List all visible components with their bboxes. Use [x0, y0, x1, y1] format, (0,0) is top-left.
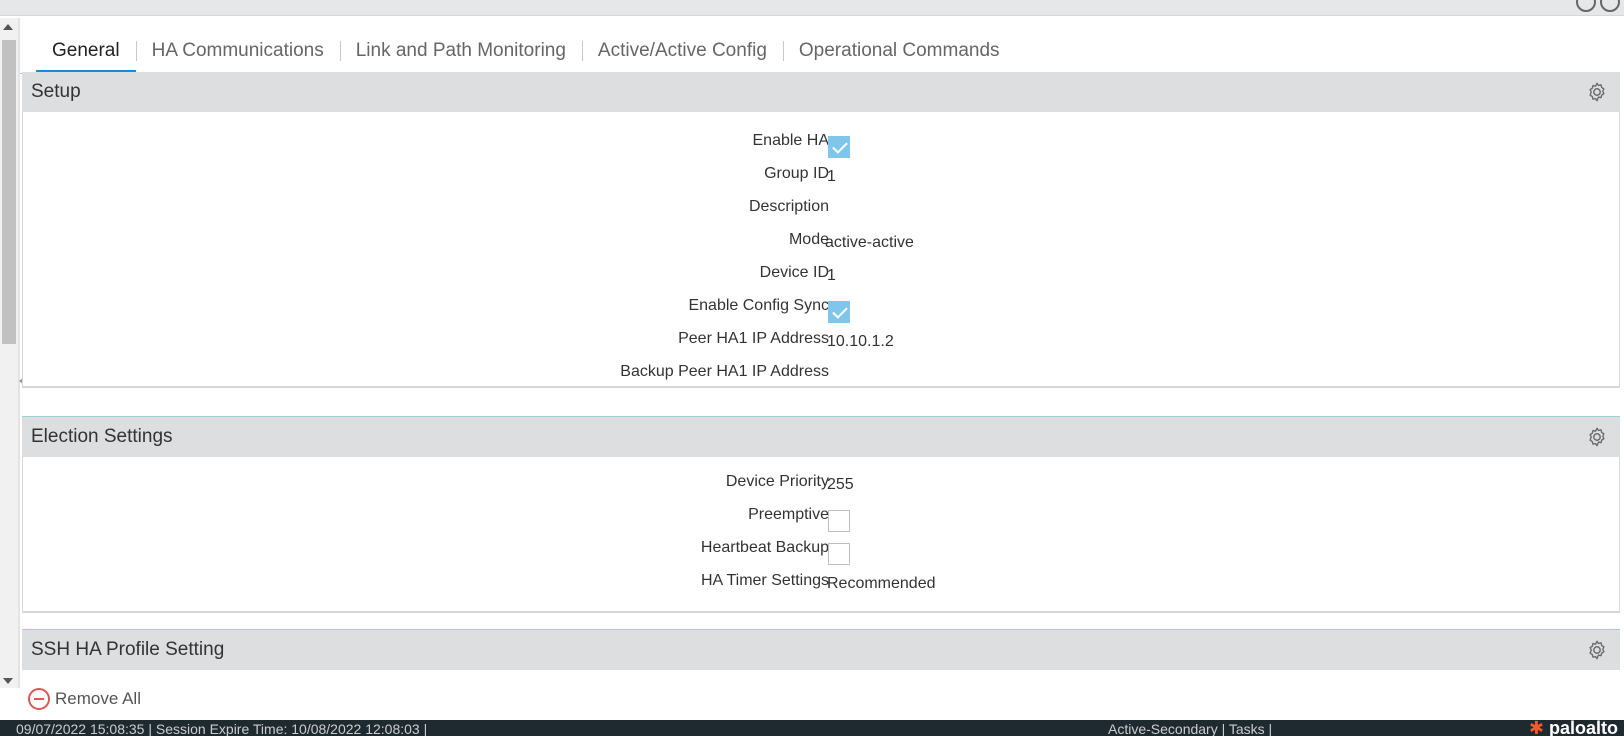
ssh-header: SSH HA Profile Setting [22, 630, 1620, 670]
group-id-value: 1 [827, 168, 836, 185]
election-title: Election Settings [31, 426, 173, 447]
setup-body: Enable HA Group ID 1 Description Mode ac… [22, 112, 1620, 388]
field-label: Enable Config Sync [688, 297, 829, 314]
field-label: Preemptive [748, 506, 829, 523]
tab-bar: General HA Communications Link and Path … [36, 28, 1016, 74]
ha-timer-settings-value: Recommended [827, 575, 936, 592]
election-row-preemptive: Preemptive [23, 500, 1619, 533]
peer-ha1-ip-value: 10.10.1.2 [827, 333, 894, 350]
status-right-text[interactable]: Active-Secondary | Tasks | [1108, 721, 1272, 736]
status-bar: 09/07/2022 15:08:35 | Session Expire Tim… [0, 720, 1624, 736]
remove-all-button[interactable]: Remove All [28, 688, 141, 710]
gear-icon[interactable] [1586, 639, 1608, 661]
field-label: Mode [788, 231, 829, 248]
enable-config-sync-checkbox[interactable] [828, 301, 850, 323]
setup-section: Setup Enable HA Group ID 1 Description M… [22, 72, 1620, 388]
scroll-down-arrow-icon[interactable] [3, 678, 13, 684]
tab-link-and-path-monitoring[interactable]: Link and Path Monitoring [339, 29, 582, 73]
top-bar [0, 0, 1624, 16]
tab-operational-commands[interactable]: Operational Commands [782, 29, 1016, 73]
gear-icon[interactable] [1586, 426, 1608, 448]
setup-row-backup-peer-ha1-ip: Backup Peer HA1 IP Address [23, 357, 1619, 390]
device-priority-value: 255 [827, 476, 854, 493]
panel-divider [18, 18, 20, 688]
brand-logo: ✱ paloalto [1528, 720, 1618, 736]
field-label: Backup Peer HA1 IP Address [620, 363, 829, 380]
field-label: Peer HA1 IP Address [678, 330, 829, 347]
field-label: Heartbeat Backup [700, 539, 829, 556]
setup-row-group-id: Group ID 1 [23, 159, 1619, 192]
gear-icon[interactable] [1586, 81, 1608, 103]
refresh-icon[interactable] [1576, 0, 1596, 12]
election-header: Election Settings [22, 417, 1620, 457]
logo-text: paloalto [1548, 720, 1618, 736]
setup-row-peer-ha1-ip: Peer HA1 IP Address 10.10.1.2 [23, 324, 1619, 357]
setup-header: Setup [22, 72, 1620, 112]
setup-row-description: Description [23, 192, 1619, 225]
scroll-up-arrow-icon[interactable] [3, 24, 13, 30]
preemptive-checkbox[interactable] [828, 510, 850, 532]
field-label: Enable HA [752, 132, 830, 149]
setup-row-enable-config-sync: Enable Config Sync [23, 291, 1619, 324]
enable-ha-checkbox[interactable] [828, 136, 850, 158]
device-id-value: 1 [827, 267, 836, 284]
ssh-section: SSH HA Profile Setting [22, 630, 1620, 670]
setup-row-enable-ha: Enable HA [23, 126, 1619, 159]
field-label: Group ID [764, 165, 829, 182]
setup-row-device-id: Device ID 1 [23, 258, 1619, 291]
field-label: HA Timer Settings [700, 572, 829, 589]
election-body: Device Priority 255 Preemptive Heartbeat… [22, 457, 1620, 613]
tab-ha-communications[interactable]: HA Communications [135, 29, 340, 73]
mode-value: active-active [825, 234, 914, 251]
tab-active-active-config[interactable]: Active/Active Config [581, 29, 783, 73]
election-section: Election Settings Device Priority 255 Pr… [22, 417, 1620, 613]
setup-title: Setup [31, 81, 81, 102]
remove-all-label: Remove All [55, 689, 141, 708]
scrollbar-thumb[interactable] [2, 40, 16, 344]
election-row-device-priority: Device Priority 255 [23, 467, 1619, 500]
remove-icon [28, 688, 50, 710]
tab-general[interactable]: General [36, 29, 136, 73]
election-row-heartbeat-backup: Heartbeat Backup [23, 533, 1619, 566]
field-label: Device ID [759, 264, 829, 281]
status-left-text: 09/07/2022 15:08:35 | Session Expire Tim… [16, 721, 428, 736]
election-row-ha-timer-settings: HA Timer Settings Recommended [23, 566, 1619, 599]
vertical-scrollbar[interactable] [0, 18, 18, 688]
ssh-title: SSH HA Profile Setting [31, 639, 225, 660]
setup-row-mode: Mode active-active [23, 225, 1619, 258]
field-label: Description [748, 198, 829, 215]
heartbeat-backup-checkbox[interactable] [828, 543, 850, 565]
help-icon[interactable] [1600, 0, 1620, 12]
field-label: Device Priority [725, 473, 829, 490]
